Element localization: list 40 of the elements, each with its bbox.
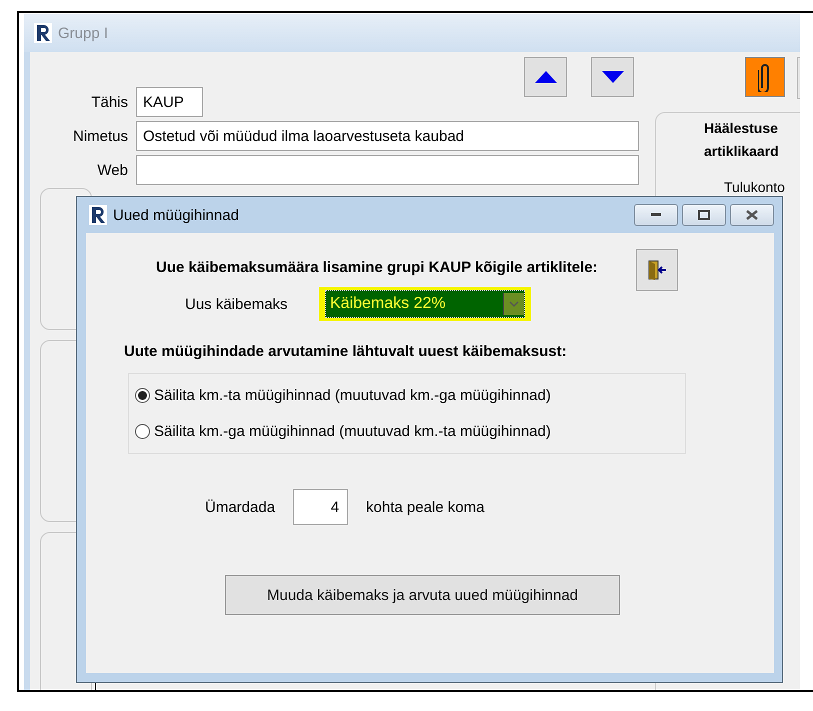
app-logo-icon [89, 205, 107, 225]
up-arrow-icon [534, 71, 556, 83]
minimize-button[interactable] [634, 204, 678, 226]
field-label: Tulukonto [724, 179, 785, 195]
app-logo-icon [34, 23, 52, 43]
window-title: Grupp I [58, 24, 108, 42]
maximize-icon [698, 210, 710, 220]
radio-label[interactable]: Säilita km.-ga müügihinnad (muutuvad km.-ta müügihinnad) [154, 422, 551, 440]
paperclip-icon [758, 62, 772, 92]
radio-label[interactable]: Säilita km.-ta müügihinnad (muutuvad km.-ga müügihinnad) [154, 387, 551, 404]
text-field[interactable]: Ostetud või müüdud ilma laoarvestuseta kaubad [136, 121, 639, 151]
apply-button[interactable]: Muuda käibemaks ja arvuta uued müügihinnad [225, 575, 620, 615]
field-label: Nimetus [72, 128, 128, 144]
vat-dropdown[interactable]: Käibemaks 22% [325, 290, 525, 318]
field-label: Ümardada [205, 498, 276, 516]
field-label: Tähis [90, 94, 128, 110]
close-icon [746, 210, 758, 220]
dialog-title: Uued müügihinnad [113, 206, 239, 224]
text-field[interactable]: KAUP [136, 87, 203, 117]
attachment-button[interactable] [745, 57, 785, 97]
section-heading: Uute müügihindade arvutamine lähtuvalt uuest käibemaksust: [124, 343, 568, 360]
move-down-button[interactable] [591, 57, 634, 97]
section-heading: Uue käibemaksumäära lisamine grupi KAUP kõigile artiklitele: [156, 259, 598, 276]
radio-button[interactable] [135, 388, 150, 404]
move-up-button[interactable] [524, 57, 567, 97]
panel-heading: Häälestuse [704, 119, 779, 138]
radio-button[interactable] [135, 424, 150, 439]
door-exit-icon [646, 259, 667, 281]
field-label: Web [96, 162, 128, 178]
close-button[interactable] [730, 204, 774, 226]
chevron-down-icon [503, 293, 524, 315]
decimals-field[interactable]: 4 [293, 489, 348, 525]
field-label: Uus käibemaks [185, 296, 289, 312]
exit-button[interactable] [636, 249, 678, 291]
panel-heading: artiklikaard [704, 142, 780, 161]
text-field[interactable] [136, 155, 639, 185]
minimize-icon [651, 213, 661, 217]
down-arrow-icon [602, 71, 624, 83]
field-suffix: kohta peale koma [366, 498, 484, 516]
maximize-button[interactable] [682, 204, 726, 226]
